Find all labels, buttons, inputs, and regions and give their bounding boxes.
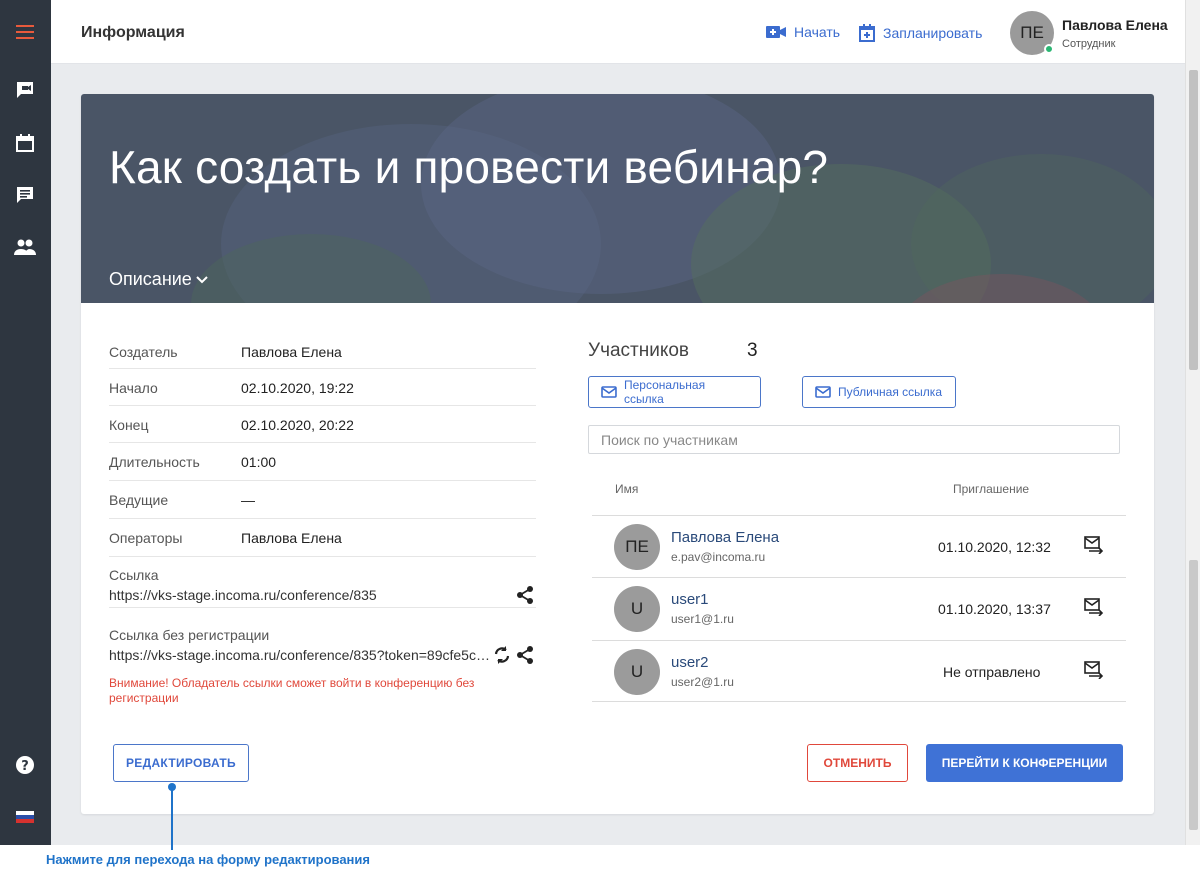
personal-link-label: Персональная ссылка [623,378,706,406]
conference-title: Как создать и провести вебинар? [109,141,829,193]
cancel-button[interactable]: ОТМЕНИТЬ [807,744,908,782]
mail-icon [601,386,617,398]
schedule-label: Запланировать [883,25,983,41]
invite-status: Не отправлено [943,664,1041,680]
detail-value: Павлова Елена [241,530,342,546]
detail-label: Создатель [109,344,178,360]
description-toggle[interactable]: Описание [109,269,208,290]
help-icon[interactable]: ? [11,751,39,779]
detail-row: Ведущие — [109,481,536,519]
online-status-dot [1044,44,1054,54]
detail-label: Длительность [109,454,200,470]
detail-label: Конец [109,417,149,433]
participant-avatar: U [614,586,660,632]
start-button[interactable]: Начать [766,24,840,40]
description-label: Описание [109,269,192,289]
link-divider [109,557,536,608]
participant-name: Павлова Елена [671,529,780,546]
participant-name: user1 [671,591,709,608]
top-bar: Информация Начать Запланировать ПЕ Павло… [51,0,1185,64]
flag-icon[interactable] [11,803,39,831]
conference-banner: Как создать и провести вебинар? Описание [81,94,1154,303]
detail-value: Павлова Елена [241,344,342,360]
column-header-invite: Приглашение [953,482,1030,496]
detail-row: Операторы Павлова Елена [109,519,536,557]
detail-value: — [241,492,255,508]
app-area: Информация Начать Запланировать ПЕ Павло… [51,0,1185,845]
go-to-conference-button[interactable]: ПЕРЕЙТИ К КОНФЕРЕНЦИИ [926,744,1123,782]
detail-row: Создатель Павлова Елена [109,332,536,369]
user-role: Сотрудник [1062,38,1116,50]
participants-title: Участников [588,340,690,361]
refresh-icon[interactable] [492,645,512,670]
participant-row[interactable]: U user2 user2@1.ru Не отправлено [592,640,1126,702]
detail-row: Длительность 01:00 [109,443,536,481]
banner-background [191,94,1154,303]
detail-value: 01:00 [241,454,277,470]
participant-row[interactable]: ПЕ Павлова Елена e.pav@incoma.ru 01.10.2… [592,515,1126,577]
conference-card: Как создать и провести вебинар? Описание… [81,94,1154,814]
edit-button[interactable]: РЕДАКТИРОВАТЬ [113,744,249,782]
callout-text: Нажмите для перехода на форму редактиров… [46,852,370,867]
participant-email: e.pav@incoma.ru [671,550,766,564]
detail-row: Начало 02.10.2020, 19:22 [109,369,536,406]
svg-text:?: ? [21,759,29,774]
people-icon[interactable] [11,233,39,261]
calendar-plus-icon [859,24,875,42]
participants-count: 3 [747,340,758,361]
detail-row: Конец 02.10.2020, 20:22 [109,406,536,443]
detail-label: Операторы [109,530,183,546]
resend-invite-icon[interactable] [1084,661,1104,684]
participants-search-input[interactable] [588,425,1120,454]
chevron-down-icon [196,275,208,283]
scrollbar[interactable] [1185,0,1200,845]
user-name[interactable]: Павлова Елена [1062,17,1168,33]
participant-email: user2@1.ru [671,675,734,689]
invite-status: 01.10.2020, 12:32 [938,539,1051,555]
message-icon[interactable] [11,181,39,209]
public-link-button[interactable]: Публичная ссылка [802,376,956,408]
public-link-label: Публичная ссылка [838,385,942,399]
menu-icon[interactable] [11,18,39,46]
participant-avatar: U [614,649,660,695]
callout-line [171,786,173,850]
share-icon[interactable] [515,645,535,670]
start-label: Начать [794,24,841,40]
resend-invite-icon[interactable] [1084,536,1104,559]
column-header-name: Имя [615,482,639,496]
participant-row[interactable]: U user1 user1@1.ru 01.10.2020, 13:37 [592,577,1126,639]
noreg-link-label: Ссылка без регистрации [109,627,270,643]
video-icon [766,26,786,38]
sidebar: ? [0,0,51,845]
chat-icon[interactable] [11,76,39,104]
participant-email: user1@1.ru [671,612,734,626]
detail-value: 02.10.2020, 19:22 [241,380,354,396]
calendar-icon[interactable] [11,129,39,157]
personal-link-button[interactable]: Персональная ссылка [588,376,761,408]
detail-label: Начало [109,380,158,396]
resend-invite-icon[interactable] [1084,598,1104,621]
scrollbar-thumb[interactable] [1189,70,1198,370]
participant-name: user2 [671,654,709,671]
schedule-button[interactable]: Запланировать [859,24,982,42]
detail-value: 02.10.2020, 20:22 [241,417,354,433]
detail-label: Ведущие [109,492,169,508]
participant-avatar: ПЕ [614,524,660,570]
mail-icon [815,386,831,398]
scrollbar-thumb-lower[interactable] [1189,560,1198,830]
invite-status: 01.10.2020, 13:37 [938,601,1051,617]
noreg-warning: Внимание! Обладатель ссылки сможет войти… [109,676,475,705]
page-title: Информация [81,24,185,41]
noreg-conference-link[interactable]: https://vks-stage.incoma.ru/conference/8… [109,647,492,663]
